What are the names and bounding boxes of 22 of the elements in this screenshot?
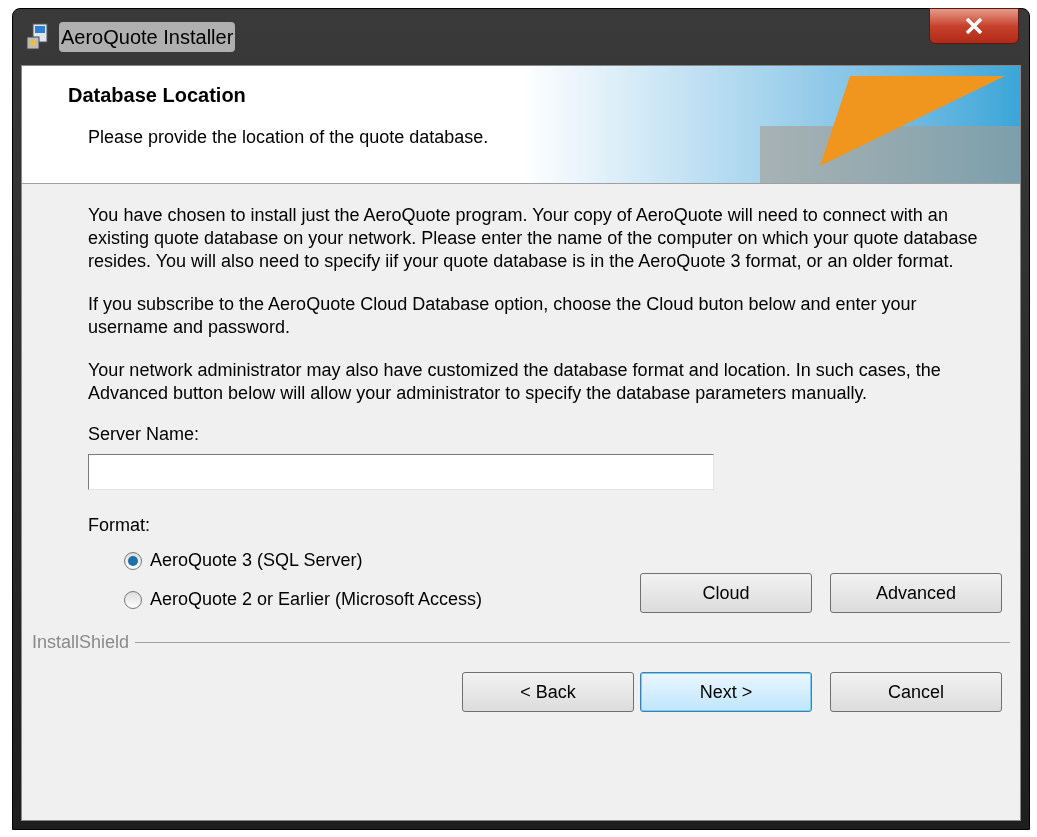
radio-label: AeroQuote 2 or Earlier (Microsoft Access) xyxy=(150,588,483,611)
radio-label: AeroQuote 3 (SQL Server) xyxy=(150,549,363,572)
page-title: Database Location xyxy=(68,83,247,108)
radio-button[interactable] xyxy=(124,590,142,609)
close-button[interactable] xyxy=(929,8,1019,44)
dialog-button[interactable]: < Back xyxy=(462,672,634,712)
close-icon xyxy=(965,18,983,34)
default-button[interactable]: Next > xyxy=(640,672,812,712)
brand-label: InstallShield xyxy=(32,631,130,654)
dialog-button[interactable]: Cancel xyxy=(830,672,1002,712)
server-name-field[interactable] xyxy=(88,454,714,490)
instruction-paragraph: If you subscribe to the AeroQuote Cloud Database option, choose the Cloud buton below and enter your username and password. xyxy=(88,293,918,339)
dialog-button[interactable]: Advanced xyxy=(830,573,1002,613)
installer-icon xyxy=(25,23,51,51)
page-subtitle: Please provide the location of the quote database. xyxy=(87,126,489,149)
radio-button[interactable] xyxy=(124,551,142,570)
dialog-button[interactable]: Cloud xyxy=(640,573,812,613)
field-label: Server Name: xyxy=(88,423,201,446)
instruction-paragraph: Your network administrator may also have customized the database format and location. In such cases, the Advanced button below will allow your administrator to specify the database parameters manually. xyxy=(88,359,942,405)
field-label: Format: xyxy=(88,514,151,537)
instruction-paragraph: You have chosen to install just the AeroQuote program. Your copy of AeroQuote will need to connect with an existing quote database on your network. Please enter the name of the computer on which your quote database resides. You will also need to specify iif your quote database is in the AeroQuote 3 format, or an older format. xyxy=(88,204,978,273)
window-title: AeroQuote Installer xyxy=(59,22,236,52)
